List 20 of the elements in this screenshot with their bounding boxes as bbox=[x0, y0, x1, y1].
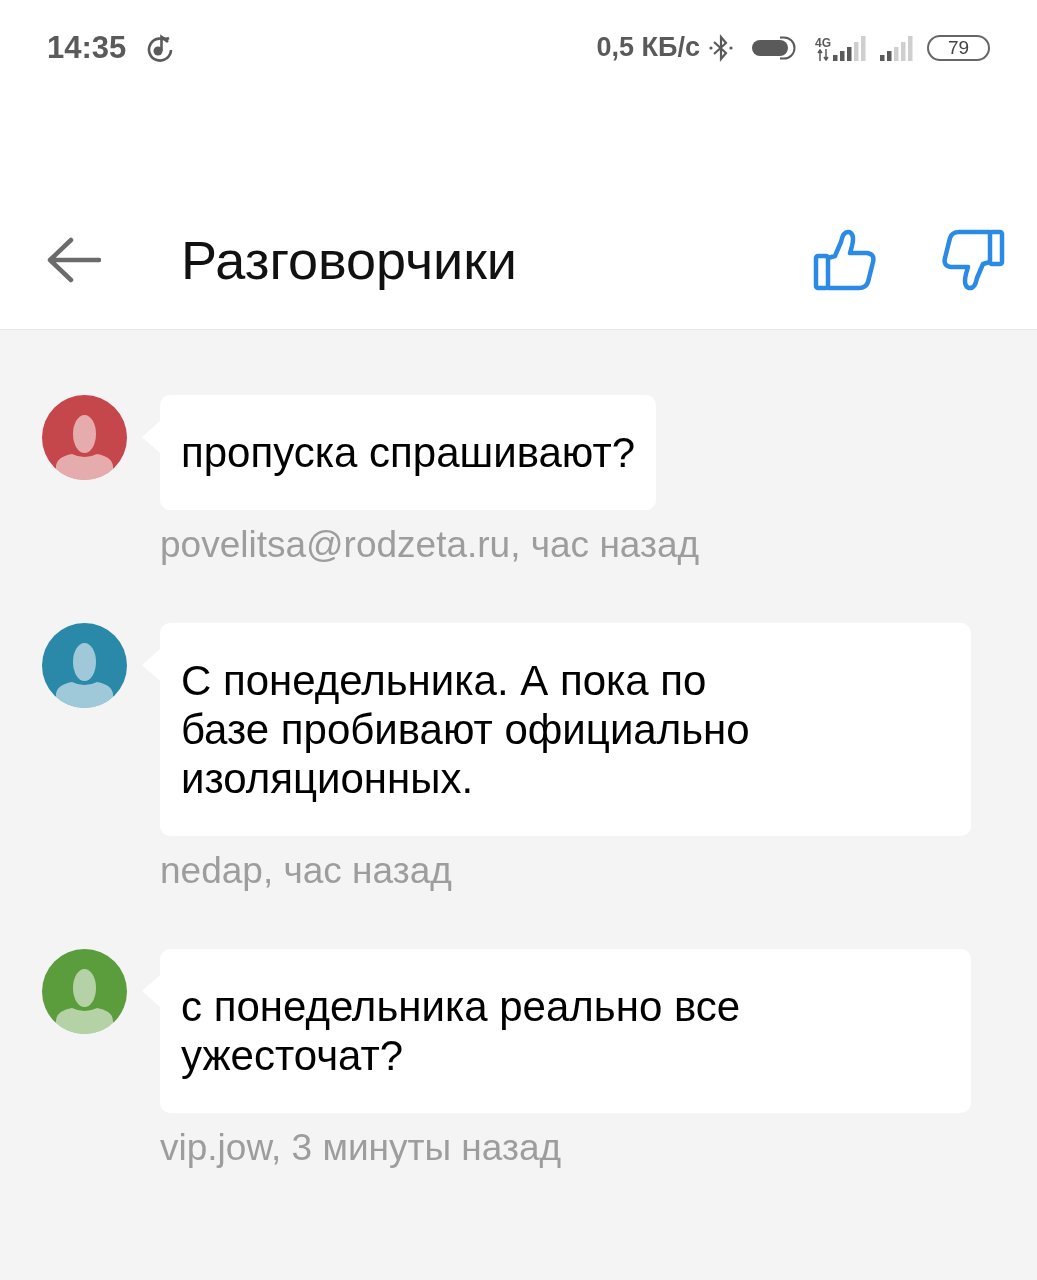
network-type-label: 4G bbox=[815, 36, 831, 49]
signal-strength-icon bbox=[833, 34, 867, 61]
bluetooth-icon bbox=[709, 32, 733, 63]
back-arrow-icon[interactable] bbox=[47, 236, 101, 283]
capsule-toggle-icon bbox=[750, 35, 796, 60]
message-text: С понедельника. А пока по базе пробивают официально изоляционных. bbox=[181, 656, 751, 803]
message-meta: nedap, час назад bbox=[160, 850, 452, 892]
thumbs-up-icon[interactable] bbox=[813, 227, 877, 292]
message-meta: vip.jow, 3 минуты назад bbox=[160, 1127, 562, 1169]
battery-indicator: 79 bbox=[927, 34, 990, 61]
status-time: 14:35 bbox=[47, 29, 127, 66]
thumbs-down-icon[interactable] bbox=[941, 227, 1005, 292]
up-down-arrows-icon bbox=[817, 48, 829, 61]
signal-strength-icon bbox=[880, 34, 914, 61]
screen-title: Разговорчики bbox=[181, 228, 517, 291]
network-speed: 0,5 КБ/с bbox=[596, 32, 700, 63]
message-text: пропуска спрашивают? bbox=[181, 428, 636, 477]
message-meta: povelitsa@rodzeta.ru, час назад bbox=[160, 524, 700, 566]
music-note-icon bbox=[146, 33, 175, 62]
message-text: с понедельника реально все ужесточат? bbox=[181, 982, 742, 1080]
